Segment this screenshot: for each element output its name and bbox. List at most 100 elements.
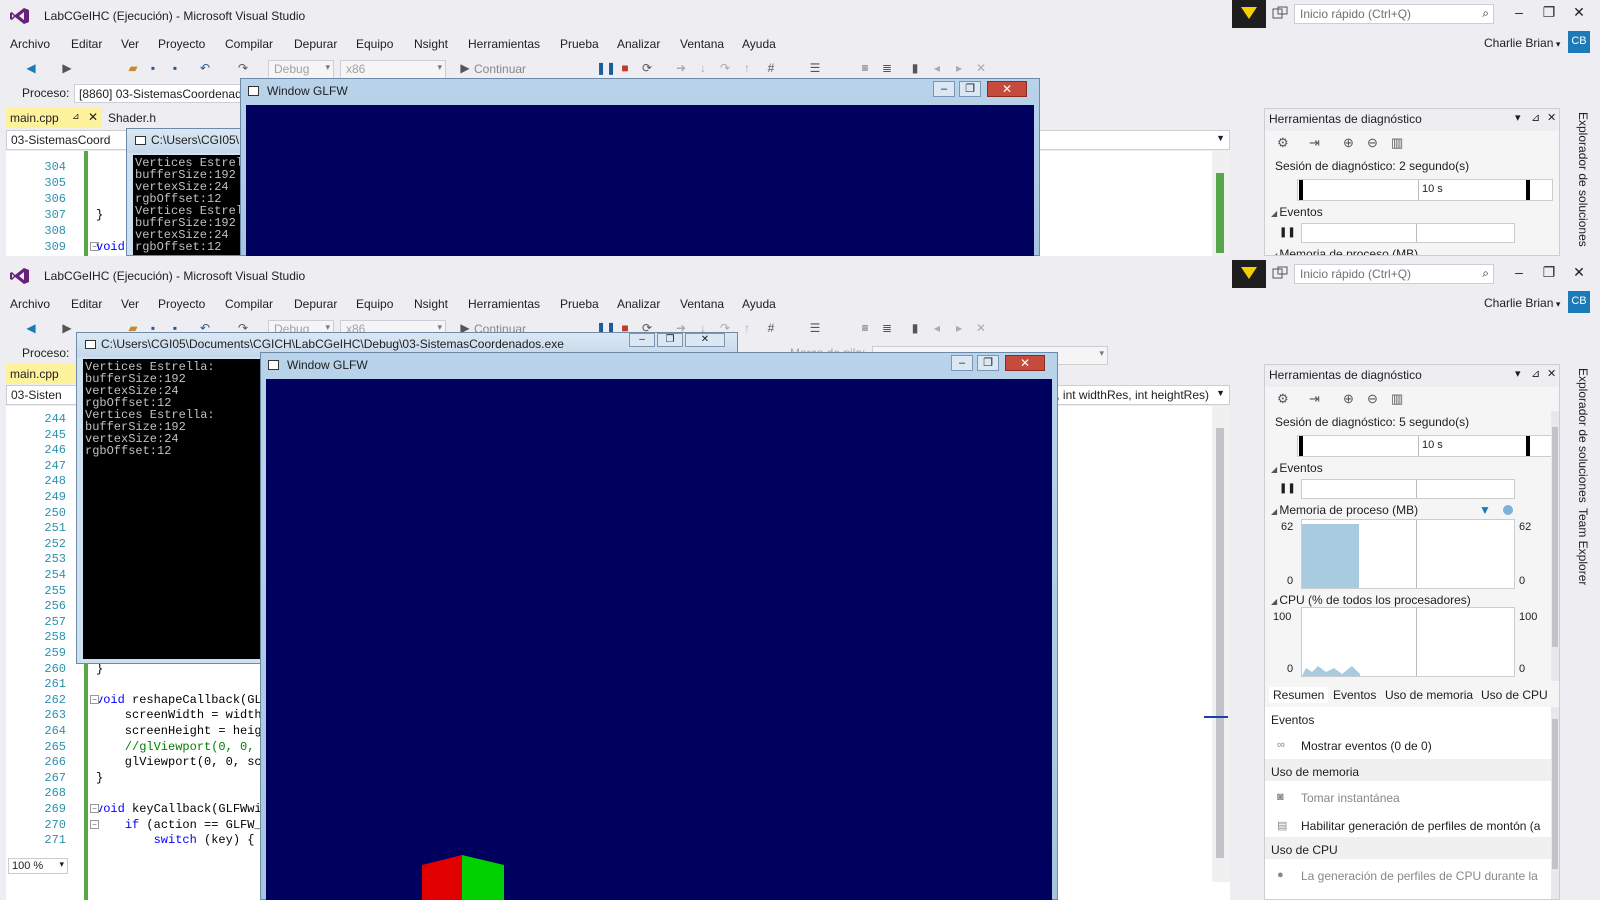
notifications-icon[interactable] [1272,6,1288,22]
step-out-icon[interactable]: ↑ [740,321,754,335]
editor-scrollbar[interactable] [1204,406,1230,882]
show-events-link[interactable]: Mostrar eventos (0 de 0) [1301,739,1432,753]
fold-toggle-icon[interactable]: − [90,694,99,704]
glfw-minimize-button[interactable]: – [951,355,973,371]
avatar[interactable]: CB [1568,31,1590,53]
step-into-icon[interactable]: ↓ [696,61,710,75]
menu-ayuda[interactable]: Ayuda [742,37,776,51]
settings-gear-icon[interactable]: ⚙ [1277,135,1289,151]
uncomment-icon[interactable]: ≣ [880,61,894,75]
project-scope-select[interactable]: 03-Sisten [11,388,62,402]
tab-main-cpp[interactable]: main.cpp ⊿ ✕ [6,108,102,128]
tab-eventos[interactable]: Eventos [1333,688,1376,702]
memory-section[interactable]: Memoria de proceso (MB) [1271,503,1418,517]
dropdown-icon[interactable]: ▾ [1515,111,1521,124]
close-icon[interactable]: ✕ [1547,367,1556,380]
diag-scrollbar[interactable] [1551,411,1559,681]
team-explorer-tab[interactable]: Team Explorer [1576,508,1590,585]
open-folder-icon[interactable]: ▰ [126,61,140,75]
fold-toggle-icon[interactable]: − [90,819,99,829]
solution-explorer-tab[interactable]: Explorador de soluciones [1576,112,1590,247]
next-bookmark-icon[interactable]: ▸ [952,61,966,75]
snapshot-marker-icon[interactable] [1503,505,1513,515]
menu-editar[interactable]: Editar [71,297,102,311]
redo-icon[interactable]: ↷ [236,61,250,75]
comment-icon[interactable]: ≡ [858,321,872,335]
pause-icon[interactable]: ❚❚ [1279,483,1296,494]
chevron-down-icon[interactable]: ▼ [1216,388,1225,398]
continue-button[interactable]: Continuar [474,62,526,76]
process-select[interactable]: [8860] 03-SistemasCoordenados [74,84,244,103]
save-all-icon[interactable]: ▪ [168,61,182,75]
export-icon[interactable]: ⇥ [1309,391,1320,407]
platform-select[interactable]: x86 [340,60,446,79]
dropdown-icon[interactable]: ▾ [1515,367,1521,380]
continue-icon[interactable]: ▶ [458,61,472,75]
threads-icon[interactable]: ☰ [808,321,822,335]
menu-editar[interactable]: Editar [71,37,102,51]
memory-section[interactable]: Memoria de proceso (MB) [1271,247,1418,255]
menu-analizar[interactable]: Analizar [617,37,660,51]
menu-ver[interactable]: Ver [121,37,139,51]
project-scope-select[interactable]: 03-SistemasCoord [11,133,110,147]
menu-proyecto[interactable]: Proyecto [158,37,205,51]
menu-ver[interactable]: Ver [121,297,139,311]
hex-display-icon[interactable]: # [764,321,778,335]
search-icon[interactable]: ⌕ [1482,6,1489,21]
step-out-icon[interactable]: ↑ [740,61,754,75]
minimize-button[interactable]: – [1508,4,1530,24]
events-section[interactable]: Eventos [1271,205,1322,219]
glfw-minimize-button[interactable]: – [933,81,955,97]
menu-nsight[interactable]: Nsight [414,297,448,311]
pin-icon[interactable]: ⊿ [1531,111,1540,124]
enable-heap-profiling-link[interactable]: Habilitar generación de perfiles de mont… [1301,819,1541,833]
glfw-render-area[interactable] [246,105,1034,256]
undo-icon[interactable]: ↶ [198,61,212,75]
step-over-icon[interactable]: ↷ [718,61,732,75]
avatar[interactable]: CB [1568,291,1590,313]
solution-explorer-tab[interactable]: Explorador de soluciones [1576,368,1590,503]
forward-icon[interactable]: ▶ [60,321,74,335]
fold-toggle-icon[interactable]: − [90,804,99,813]
editor-scrollbar[interactable] [1212,151,1230,256]
menu-nsight[interactable]: Nsight [414,37,448,51]
close-button[interactable]: ✕ [1568,264,1590,284]
forward-icon[interactable]: ▶ [60,61,74,75]
glfw-maximize-button[interactable]: ❐ [959,81,981,97]
show-next-statement-icon[interactable]: ➜ [674,61,688,75]
menu-proyecto[interactable]: Proyecto [158,297,205,311]
menu-prueba[interactable]: Prueba [560,297,599,311]
menu-depurar[interactable]: Depurar [294,37,337,51]
bookmark-icon[interactable]: ▮ [908,61,922,75]
timeline-ruler[interactable]: 10 s [1297,435,1553,457]
menu-equipo[interactable]: Equipo [356,37,393,51]
console-minimize-button[interactable]: – [629,333,655,347]
back-icon[interactable]: ◀ [24,61,38,75]
chart-icon[interactable]: ▥ [1391,135,1403,151]
menu-ventana[interactable]: Ventana [680,297,724,311]
back-icon[interactable]: ◀ [24,321,38,335]
glfw-window-top[interactable]: Window GLFW – ❐ ✕ [240,78,1040,256]
console-maximize-button[interactable]: ❐ [657,333,683,347]
hex-display-icon[interactable]: # [764,61,778,75]
menu-ventana[interactable]: Ventana [680,37,724,51]
stop-icon[interactable]: ■ [618,61,632,75]
timeline-ruler[interactable]: 10 s [1297,179,1553,201]
glfw-render-area[interactable] [266,379,1052,900]
menu-archivo[interactable]: Archivo [10,37,50,51]
menu-analizar[interactable]: Analizar [617,297,660,311]
user-name[interactable]: Charlie Brian [1484,36,1560,50]
notifications-icon[interactable] [1272,266,1288,282]
user-name[interactable]: Charlie Brian [1484,296,1560,310]
pause-icon[interactable]: ❚❚ [596,61,616,75]
zoom-out-icon[interactable]: ⊖ [1367,135,1378,151]
tab-uso-de-memoria[interactable]: Uso de memoria [1385,688,1473,702]
menu-herramientas[interactable]: Herramientas [468,297,540,311]
console-window-top[interactable]: C:\Users\CGI05\ Vertices Estrella: buffe… [126,128,246,256]
menu-equipo[interactable]: Equipo [356,297,393,311]
glfw-close-button[interactable]: ✕ [1005,355,1045,371]
prev-bookmark-icon[interactable]: ◂ [930,61,944,75]
restore-button[interactable]: ❐ [1538,264,1560,284]
pin-icon[interactable]: ⊿ [1531,367,1540,380]
filter-marker-icon[interactable]: ▼ [1479,503,1491,517]
